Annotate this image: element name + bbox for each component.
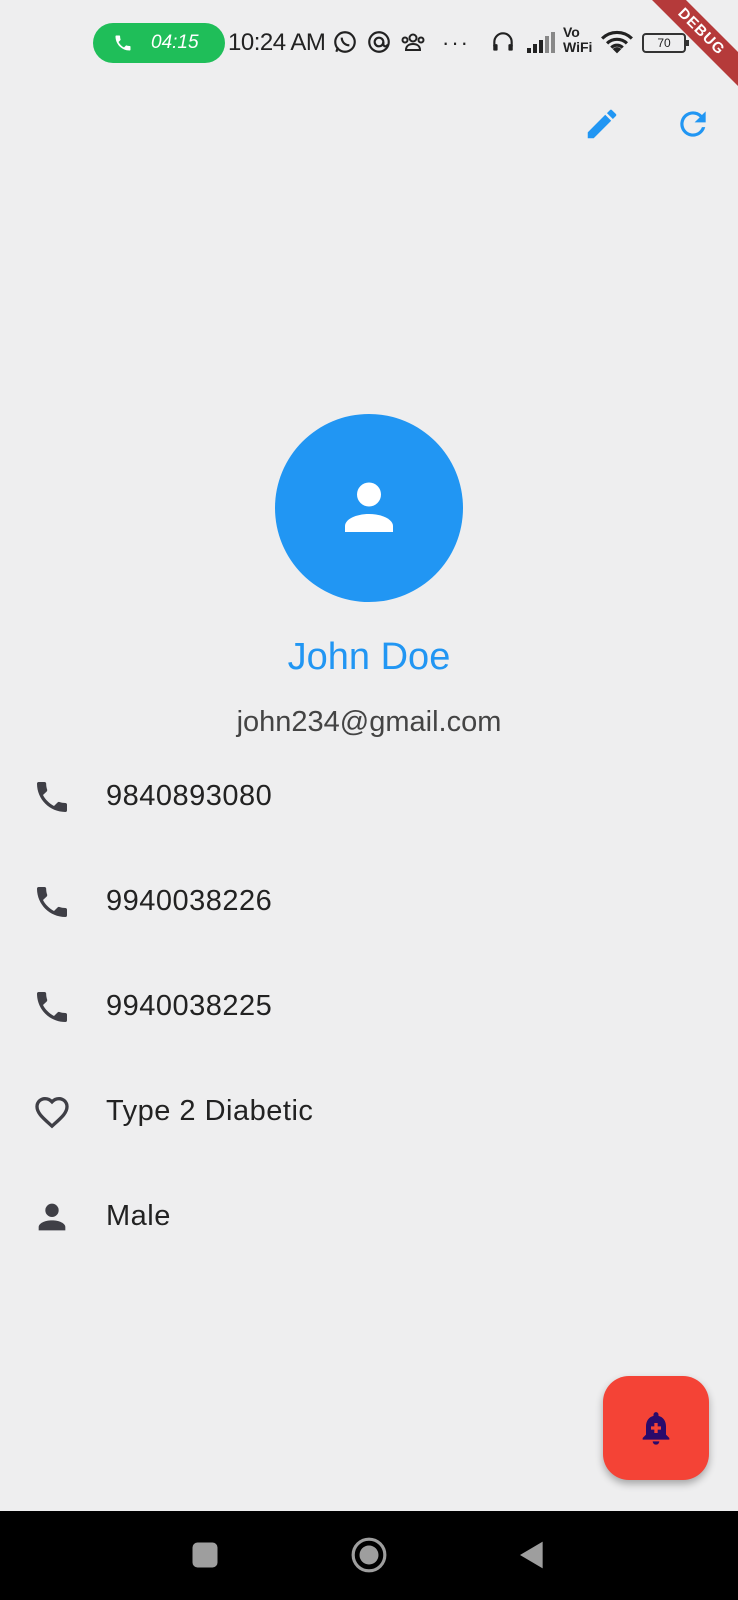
back-triangle-icon [520, 1541, 543, 1569]
call-timer: 04:15 [151, 32, 199, 53]
battery-indicator: 70 [642, 33, 689, 53]
wifi-icon [600, 29, 634, 57]
refresh-icon [680, 111, 706, 137]
vowifi-indicator: Vo WiFi [563, 25, 592, 55]
person-icon [345, 482, 393, 532]
medical-condition: Type 2 Diabetic [106, 1095, 314, 1127]
refresh-button[interactable] [669, 100, 717, 148]
ongoing-call-pill[interactable]: 04:15 [93, 23, 225, 63]
phone-row-2[interactable]: 9940038226 [0, 867, 738, 937]
phone-icon [115, 35, 131, 51]
heart-outline-icon [35, 1096, 69, 1129]
profile-name: John Doe [287, 636, 451, 678]
phone-icon [37, 992, 67, 1022]
whatsapp-icon [332, 29, 358, 57]
profile-email: john234@gmail.com [236, 706, 502, 738]
phone-icon [37, 887, 67, 917]
phone-number: 9840893080 [106, 780, 273, 812]
phone-row-3[interactable]: 9940038225 [0, 972, 738, 1042]
status-bar: 04:15 10:24 AM ··· Vo WiFi 70 DEBUG [0, 0, 738, 94]
recents-button[interactable] [185, 1535, 225, 1575]
screen: 04:15 10:24 AM ··· Vo WiFi 70 DEBUG John… [0, 0, 738, 1600]
bell-plus-icon [642, 1412, 670, 1445]
condition-row: Type 2 Diabetic [0, 1077, 738, 1147]
signal-icon [526, 29, 558, 57]
phone-row-1[interactable]: 9840893080 [0, 762, 738, 832]
square-icon [192, 1542, 218, 1568]
system-nav-bar [0, 1511, 738, 1600]
phone-number: 9940038226 [106, 885, 273, 917]
back-button[interactable] [512, 1535, 552, 1575]
edit-button[interactable] [578, 100, 626, 148]
gender-row: Male [0, 1182, 738, 1252]
home-button[interactable] [349, 1535, 389, 1575]
status-time: 10:24 AM [228, 29, 326, 56]
home-circle-icon [351, 1537, 387, 1573]
phone-number: 9940038225 [106, 990, 273, 1022]
edit-icon [587, 109, 617, 139]
add-reminder-fab[interactable] [603, 1376, 709, 1480]
vowifi-top: Vo [563, 24, 580, 40]
at-sign-icon [366, 29, 392, 57]
more-dots-icon: ··· [442, 30, 470, 55]
avatar [275, 414, 463, 602]
headphones-icon [490, 29, 516, 57]
gender: Male [106, 1200, 171, 1232]
person-icon [38, 1203, 66, 1231]
vowifi-bottom: WiFi [563, 39, 593, 55]
group-icon [399, 29, 427, 57]
phone-icon [37, 782, 67, 812]
